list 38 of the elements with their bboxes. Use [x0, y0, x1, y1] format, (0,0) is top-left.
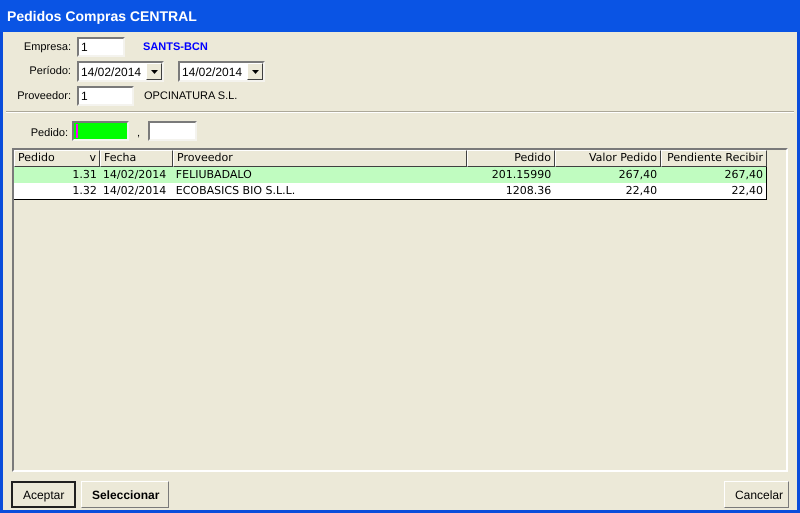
column-header[interactable]: Valor Pedido [555, 150, 661, 167]
field-label: Período: [28, 64, 71, 80]
column-header[interactable]: Fecha [100, 150, 173, 167]
dialog-button[interactable]: Aceptar [11, 481, 76, 508]
window-title: Pedidos Compras CENTRAL [0, 0, 800, 32]
dialog-button[interactable]: Seleccionar [81, 481, 169, 508]
column-header[interactable]: Pedido v [14, 150, 100, 167]
table-cell-text: 267,40 [618, 167, 658, 183]
pedido-field[interactable] [72, 121, 129, 141]
table-cell-text: 14/02/2014 [102, 167, 168, 183]
table-cell-text: 1208.36 [504, 183, 552, 199]
supplier-name: OPCINATURA S.L. [144, 88, 238, 104]
table-cell-text: 267,40 [724, 167, 764, 183]
table-cell-text: 1.31 [71, 167, 98, 183]
field-label: Empresa: [22, 40, 71, 55]
table-cell-text: 1.32 [71, 183, 98, 199]
date-dropdown[interactable]: 14/02/2014 [178, 61, 265, 82]
empresa-field[interactable]: 1 [77, 37, 125, 57]
pedido-line-field[interactable] [148, 121, 198, 141]
table-cell-text: 22,40 [730, 183, 764, 199]
table-row[interactable]: 1.31 14/02/2014 FELIUBADALO 201.15990 267,40 267,40 [14, 167, 767, 183]
table-cell-text: 22,40 [624, 183, 658, 199]
company-name: SANTS-BCN [143, 40, 208, 55]
table-row[interactable]: 1.32 14/02/2014 ECOBASICS BIO S.L.L. 1208.36 22,40 22,40 [14, 183, 767, 200]
sort-indicator: v [89, 150, 96, 166]
field-label: Proveedor: [16, 88, 71, 104]
column-header[interactable]: Pedido [467, 150, 555, 167]
column-header[interactable]: Proveedor [173, 150, 467, 167]
table-cell-text: FELIUBADALO [174, 167, 253, 183]
column-header[interactable]: Pendiente Recibir [661, 150, 767, 167]
date-dropdown[interactable]: 14/02/2014 [77, 61, 164, 82]
separator-text: , [137, 126, 140, 140]
dialog-button[interactable]: Cancelar [724, 481, 789, 508]
proveedor-field[interactable]: 1 [77, 86, 134, 106]
table-cell-text: 201.15990 [490, 167, 552, 183]
table-cell-text: ECOBASICS BIO S.L.L. [174, 183, 296, 199]
table-cell-text: 14/02/2014 [102, 183, 168, 199]
field-label: Pedido: [30, 126, 68, 140]
